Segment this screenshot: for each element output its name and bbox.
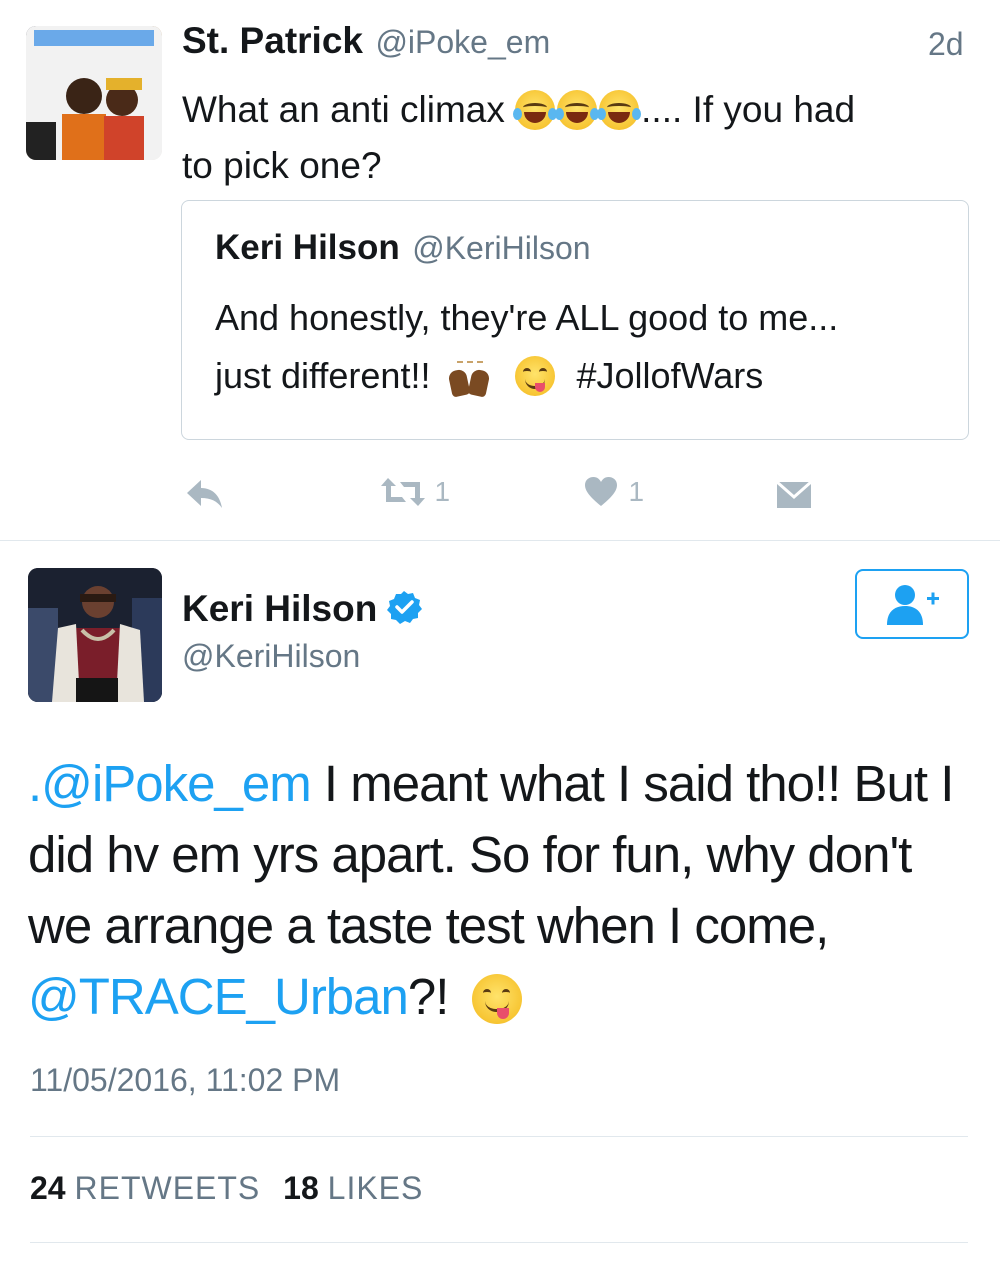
author-handle[interactable]: @iPoke_em <box>375 24 550 60</box>
retweets-stat[interactable]: 24 RETWEETS <box>30 1170 269 1206</box>
reply-text-line-4: ?! <box>407 968 450 1025</box>
quoted-author-name: Keri Hilson <box>215 228 400 267</box>
envelope-icon <box>776 480 812 508</box>
reply-timestamp[interactable]: 11/05/2016, 11:02 PM <box>30 1062 340 1099</box>
mention-ipoke-em[interactable]: .@iPoke_em <box>28 755 312 812</box>
yum-face-icon <box>471 974 522 1024</box>
quoted-hashtag[interactable]: #JollofWars <box>577 355 764 396</box>
reply-text-line-1: I meant what I said tho!! But I <box>310 755 955 812</box>
follow-user-icon <box>887 585 939 625</box>
tweet-text: What an anti climax .... If you had to p… <box>182 82 982 194</box>
tweet-header: St. Patrick @iPoke_em <box>182 20 550 68</box>
quoted-tweet[interactable]: Keri Hilson @KeriHilson And honestly, th… <box>181 200 969 440</box>
tweet-text-part-1: What an anti climax <box>182 89 505 130</box>
reply-author-name[interactable]: Keri Hilson <box>182 588 377 629</box>
engagement-stats: 24 RETWEETS 18 LIKES <box>30 1170 423 1207</box>
likes-stat[interactable]: 18 LIKES <box>283 1170 423 1206</box>
stats-divider-bottom <box>30 1242 968 1243</box>
like-count: 1 <box>628 476 645 507</box>
tweet-time[interactable]: 2d <box>928 26 964 63</box>
tweet-text-part-2: .... If you had <box>641 89 856 130</box>
avatar-st-patrick[interactable] <box>26 26 162 160</box>
retweet-icon <box>381 478 425 506</box>
follow-button[interactable] <box>855 569 969 639</box>
tweet-divider <box>0 540 1000 541</box>
likes-count: 18 <box>283 1170 319 1206</box>
tears-of-joy-icon <box>513 90 558 130</box>
verified-badge-icon <box>386 589 422 630</box>
tweet-text-line-2: to pick one? <box>182 145 382 186</box>
quoted-text-line-1: And honestly, they're ALL good to me... <box>215 297 839 338</box>
reply-text: .@iPoke_em I meant what I said tho!! But… <box>28 748 978 1032</box>
avatar-keri-hilson[interactable] <box>28 568 162 702</box>
reply-button[interactable] <box>185 476 225 512</box>
reply-text-line-3: we arrange a taste test when I come, <box>28 897 829 954</box>
raised-hands-icon <box>447 356 492 398</box>
stats-divider-top <box>30 1136 968 1137</box>
tears-of-joy-icon <box>597 90 642 130</box>
avatar-photo <box>26 26 162 160</box>
author-name[interactable]: St. Patrick <box>182 20 363 61</box>
direct-message-button[interactable] <box>776 478 812 512</box>
avatar-photo <box>28 568 162 702</box>
reply-icon <box>187 480 222 508</box>
tears-of-joy-icon <box>555 90 600 130</box>
like-button[interactable]: 1 <box>584 476 644 512</box>
reply-author-handle[interactable]: @KeriHilson <box>182 638 360 675</box>
quoted-header: Keri Hilson @KeriHilson <box>215 228 591 268</box>
quoted-author-handle: @KeriHilson <box>412 230 591 266</box>
mention-trace-urban[interactable]: @TRACE_Urban <box>28 968 409 1025</box>
quoted-text-line-2: just different!! <box>215 355 431 396</box>
reply-author-block: Keri Hilson <box>182 588 422 630</box>
reply-text-line-2: did hv em yrs apart. So for fun, why don… <box>28 826 912 883</box>
retweets-count: 24 <box>30 1170 66 1206</box>
retweet-button[interactable]: 1 <box>380 476 450 512</box>
likes-label: LIKES <box>327 1170 424 1206</box>
quoted-text: And honestly, they're ALL good to me... … <box>215 289 955 405</box>
retweets-label: RETWEETS <box>74 1170 261 1206</box>
retweet-count: 1 <box>434 476 451 507</box>
yum-face-icon <box>514 356 555 396</box>
heart-icon <box>585 477 617 506</box>
